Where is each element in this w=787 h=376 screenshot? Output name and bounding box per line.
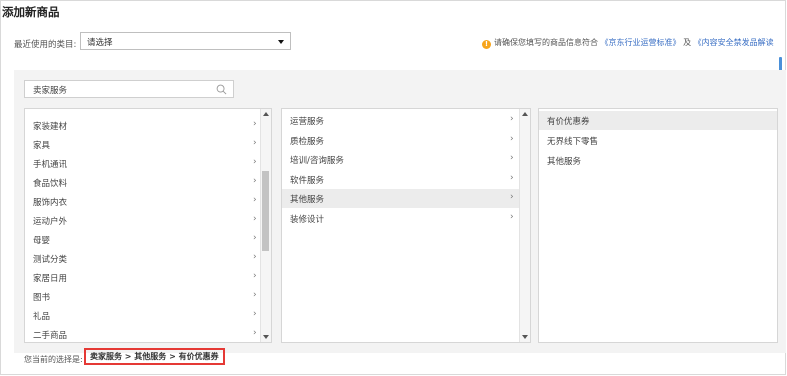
list-item-label: 图书	[33, 293, 51, 303]
chevron-right-icon: ›	[253, 195, 257, 205]
chevron-right-icon: ›	[253, 328, 257, 338]
scroll-down-icon[interactable]	[522, 335, 528, 339]
category-search[interactable]: 卖家服务	[24, 80, 234, 98]
list-item-label: 二手商品	[33, 331, 68, 341]
list-item-label: 装修设计	[290, 214, 325, 225]
info-icon: !	[482, 40, 491, 49]
list-item[interactable]: 食品饮料 ›	[25, 173, 261, 192]
separator-icon: >	[124, 352, 132, 361]
chevron-right-icon: ›	[510, 153, 514, 163]
list-item[interactable]: 软件服务 ›	[282, 170, 520, 189]
list-item-label: 其他服务	[547, 157, 582, 167]
list-item[interactable]: 质检服务 ›	[282, 131, 520, 150]
category-list-level1: 二手商品 › 礼品 › 图书 › 家居日用 › 测试分类 › 母婴 › 运动户外 › 服饰内衣 › 食品饮料 › 手…	[24, 108, 272, 343]
chevron-right-icon: ›	[253, 252, 257, 262]
selection-level2: 其他服务	[134, 352, 167, 361]
recent-category-select[interactable]: 请选择	[80, 32, 291, 50]
list-item[interactable]: 家居日用 ›	[25, 268, 261, 287]
scroll-down-icon[interactable]	[263, 335, 269, 339]
list-item[interactable]: 装修设计 ›	[282, 209, 520, 228]
list-item-label: 礼品	[33, 312, 51, 322]
chevron-right-icon: ›	[253, 119, 257, 129]
chevron-right-icon: ›	[510, 211, 514, 222]
list-item-label: 服饰内衣	[33, 198, 68, 208]
list-item-label: 母婴	[33, 236, 51, 246]
scroll-thumb[interactable]	[262, 171, 269, 251]
list-item-label: 家装建材	[33, 122, 68, 132]
recent-category-label: 最近使用的类目:	[14, 40, 77, 50]
list-item-label: 食品饮料	[33, 179, 68, 189]
recent-category-value: 请选择	[87, 38, 113, 48]
list-item-label: 运营服务	[290, 117, 325, 127]
list-item-label: 质检服务	[290, 136, 325, 147]
list-item-label: 有价优惠券	[547, 117, 590, 127]
level2-scrollbar[interactable]	[519, 109, 530, 342]
page-title: 添加新商品	[2, 5, 60, 19]
list-item-label: 运动户外	[33, 217, 68, 227]
list-item-label: 手机通讯	[33, 160, 68, 170]
list-item-label: 无界线下零售	[547, 137, 599, 147]
chevron-right-icon: ›	[510, 192, 514, 202]
notice-text: 请确保您填写的商品信息符合	[494, 38, 598, 47]
chevron-right-icon: ›	[253, 233, 257, 243]
list-item[interactable]: 二手商品 ›	[25, 325, 261, 342]
list-item[interactable]: 无界线下零售	[539, 131, 777, 150]
list-item[interactable]: 运动户外 ›	[25, 211, 261, 230]
list-item[interactable]: 母婴 ›	[25, 230, 261, 249]
list-item[interactable]: 测试分类 ›	[25, 249, 261, 268]
list-item[interactable]: 其他服务	[539, 151, 777, 170]
chevron-right-icon: ›	[510, 133, 514, 144]
separator-icon: >	[169, 352, 176, 361]
list-item-label: 其他服务	[290, 195, 325, 205]
list-item[interactable]: 礼品 ›	[25, 306, 261, 325]
list-item[interactable]: 家装建材 ›	[25, 116, 261, 135]
chevron-right-icon: ›	[253, 309, 257, 319]
compliance-notice: ! 请确保您填写的商品信息符合 《京东行业运营标准》 及 《内容安全禁发品解读	[482, 37, 774, 49]
industry-standard-link[interactable]: 《京东行业运营标准》	[601, 38, 681, 47]
category-list-level2: 装修设计 › 其他服务 › 软件服务 › 培训/咨询服务 › 质检服务 › 运营服务 ›	[281, 108, 531, 343]
list-item[interactable]: 家具 ›	[25, 135, 261, 154]
list-item-label: 软件服务	[290, 175, 325, 186]
list-item[interactable]: 服饰内衣 ›	[25, 192, 261, 211]
current-selection-path: 卖家服务 > 其他服务 > 有价优惠券	[84, 348, 225, 365]
chevron-right-icon: ›	[253, 214, 257, 224]
list-item[interactable]: 图书 ›	[25, 287, 261, 306]
selection-level3: 有价优惠券	[178, 352, 219, 361]
category-list-level3: 其他服务 无界线下零售 有价优惠券	[538, 108, 778, 343]
current-selection-label: 您当前的选择是:	[24, 355, 83, 364]
chevron-right-icon: ›	[510, 172, 514, 183]
category-search-value: 卖家服务	[33, 86, 68, 96]
list-item-label: 测试分类	[33, 255, 68, 265]
dropdown-caret-icon	[278, 40, 284, 44]
list-item[interactable]: 培训/咨询服务 ›	[282, 150, 520, 169]
list-item[interactable]: 有价优惠券	[539, 111, 777, 130]
list-item[interactable]: 手机通讯 ›	[25, 154, 261, 173]
notice-and: 及	[683, 38, 692, 47]
chevron-right-icon: ›	[253, 271, 257, 281]
list-item[interactable]: 运营服务 ›	[282, 111, 520, 130]
content-safety-link[interactable]: 《内容安全禁发品解读	[694, 38, 774, 47]
scroll-up-icon[interactable]	[263, 112, 269, 116]
list-item-label: 家具	[33, 141, 51, 151]
list-item[interactable]: 其他服务 ›	[282, 189, 520, 208]
scroll-up-icon[interactable]	[522, 112, 528, 116]
chevron-right-icon: ›	[253, 290, 257, 300]
chevron-right-icon: ›	[253, 157, 257, 167]
chevron-right-icon: ›	[510, 114, 514, 124]
list-item-label: 培训/咨询服务	[290, 156, 344, 166]
level1-scrollbar[interactable]	[260, 109, 271, 342]
chevron-right-icon: ›	[253, 138, 257, 148]
search-icon[interactable]	[216, 84, 227, 95]
side-handle[interactable]	[779, 57, 782, 71]
selection-level1: 卖家服务	[90, 352, 122, 361]
list-item-label: 家居日用	[33, 274, 68, 284]
chevron-right-icon: ›	[253, 176, 257, 186]
